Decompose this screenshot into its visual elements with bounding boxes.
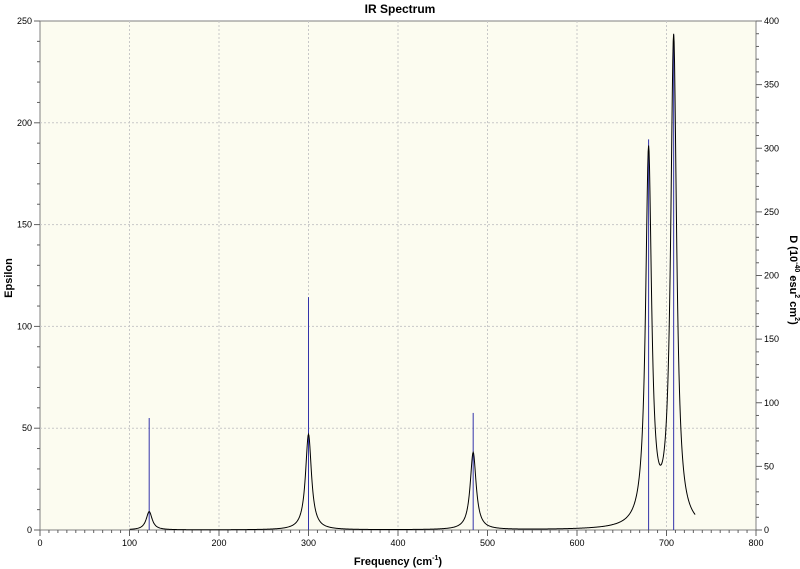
y-right-tick-label: 0: [764, 525, 769, 535]
x-tick-label: 400: [390, 538, 405, 548]
ir-spectrum-chart: IR Spectrum 0 100 200 300 400 500 600 700 800 05…: [3, 2, 800, 568]
chart-title: IR Spectrum: [365, 2, 436, 16]
y-left-axis-label: Epsilon: [3, 258, 15, 298]
x-tick-label: 600: [569, 538, 584, 548]
x-tick-label: 300: [301, 538, 316, 548]
y-left-axis-ticks: 0 50 100 150 200 250: [17, 16, 40, 535]
x-tick-label: 0: [37, 538, 42, 548]
y-left-tick-label: 100: [17, 321, 32, 331]
y-left-tick-label: 150: [17, 220, 32, 230]
y-right-tick-label: 50: [764, 461, 774, 471]
y-left-tick-label: 250: [17, 16, 32, 26]
y-right-tick-label: 400: [764, 16, 779, 26]
y-left-tick-label: 0: [27, 525, 32, 535]
y-right-tick-label: 150: [764, 334, 779, 344]
x-tick-label: 500: [480, 538, 495, 548]
y-right-tick-label: 250: [764, 207, 779, 217]
y-left-tick-label: 200: [17, 118, 32, 128]
x-axis-ticks: 0 100 200 300 400 500 600 700 800: [37, 530, 764, 548]
y-right-tick-label: 300: [764, 143, 779, 153]
x-axis-label: Frequency (cm-1): [354, 555, 442, 568]
y-right-axis-label: D (10-40 esu2 cm2): [787, 235, 800, 325]
y-right-tick-label: 100: [764, 398, 779, 408]
y-right-tick-label: 200: [764, 271, 779, 281]
x-tick-label: 200: [211, 538, 226, 548]
y-left-tick-label: 50: [22, 423, 32, 433]
x-tick-label: 800: [748, 538, 763, 548]
y-right-axis-ticks: 0 50 100 150 200 250 300 350 400: [756, 16, 779, 535]
y-right-tick-label: 350: [764, 80, 779, 90]
x-tick-label: 700: [659, 538, 674, 548]
x-tick-label: 100: [122, 538, 137, 548]
